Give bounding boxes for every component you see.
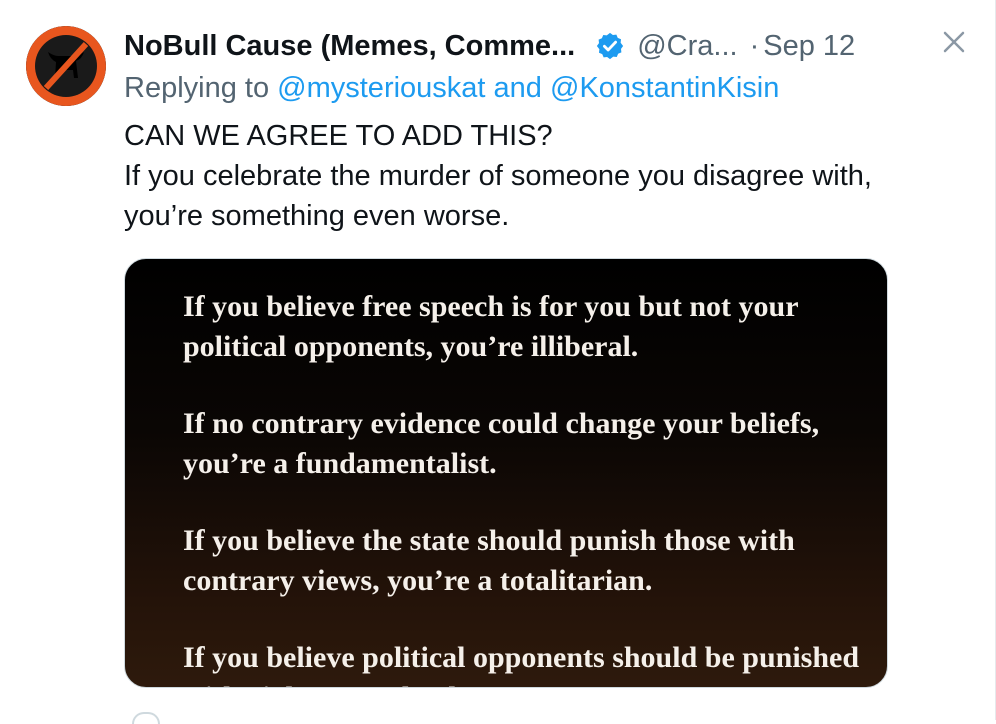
reply-prefix: Replying to <box>124 72 270 104</box>
tweet-date[interactable]: Sep 12 <box>763 30 855 63</box>
reply-mention-mysteriouskat[interactable]: @mysteriouskat <box>277 72 485 104</box>
reply-icon-partial[interactable] <box>132 712 160 724</box>
tweet-media-image[interactable]: If you believe free speech is for you bu… <box>124 258 888 688</box>
bull-avatar-icon[interactable] <box>26 26 106 106</box>
tweet-text: CAN WE AGREE TO ADD THIS? If you celebra… <box>124 116 904 236</box>
reply-mention-konstantinkisin[interactable]: @KonstantinKisin <box>550 72 779 104</box>
close-icon[interactable] <box>938 26 970 58</box>
separator-dot: · <box>749 29 760 62</box>
tweet-text-line: CAN WE AGREE TO ADD THIS? <box>124 120 553 152</box>
user-handle[interactable]: @Cra... <box>637 30 737 63</box>
replying-to: Replying to @mysteriouskat and @Konstant… <box>124 72 779 105</box>
media-paragraph: If you believe free speech is for you bu… <box>183 290 798 363</box>
tweet-card: NoBull Cause (Memes, Comme... @Cra... · … <box>0 0 996 724</box>
reply-and: and <box>493 72 542 104</box>
media-paragraph: If you believe the state should punish t… <box>183 524 795 597</box>
verified-badge-icon <box>595 31 625 61</box>
tweet-text-line: If you celebrate the murder of someone y… <box>124 160 872 232</box>
media-paragraph: If no contrary evidence could change you… <box>183 407 820 480</box>
display-name[interactable]: NoBull Cause (Memes, Comme... <box>124 30 575 63</box>
media-paragraph: If you believe political opponents shoul… <box>183 641 860 687</box>
media-text: If you believe free speech is for you bu… <box>183 287 863 687</box>
tweet-header: NoBull Cause (Memes, Comme... @Cra... · … <box>124 28 855 64</box>
